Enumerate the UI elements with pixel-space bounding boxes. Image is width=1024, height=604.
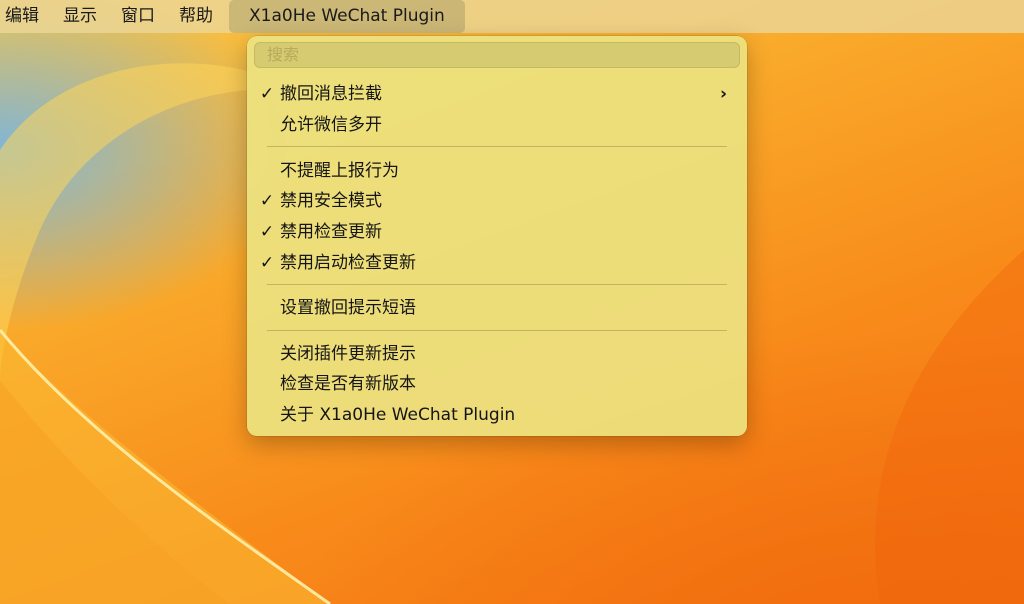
menu-bar: 编辑 显示 窗口 帮助 X1a0He WeChat Plugin (0, 0, 1024, 33)
menu-item-disable-update-check[interactable]: ✓ 禁用检查更新 (247, 217, 747, 247)
menu-item-label: 检查是否有新版本 (280, 374, 416, 394)
chevron-right-icon: › (719, 84, 727, 104)
menu-item-label: 禁用安全模式 (280, 191, 382, 211)
menu-separator (267, 330, 727, 331)
menu-item-set-recall-phrase[interactable]: 设置撤回提示短语 (247, 293, 747, 323)
menu-item-label: 禁用检查更新 (280, 222, 382, 242)
menu-item-about[interactable]: 关于 X1a0He WeChat Plugin (247, 400, 747, 430)
menu-separator (267, 284, 727, 285)
menu-item-label: 关闭插件更新提示 (280, 344, 416, 364)
menu-separator (267, 146, 727, 147)
menubar-item-window[interactable]: 窗口 (109, 0, 167, 33)
menu-item-label: 设置撤回提示短语 (280, 298, 416, 318)
plugin-dropdown-menu: 搜索 ✓ 撤回消息拦截 › 允许微信多开 不提醒上报行为 ✓ 禁用安全模式 ✓ … (247, 36, 747, 436)
menu-item-label: 关于 X1a0He WeChat Plugin (280, 405, 516, 425)
menubar-item-view[interactable]: 显示 (51, 0, 109, 33)
menu-item-disable-safe-mode[interactable]: ✓ 禁用安全模式 (247, 186, 747, 216)
menu-search-field[interactable]: 搜索 (254, 42, 740, 68)
menu-item-check-new-version[interactable]: 检查是否有新版本 (247, 369, 747, 399)
checkmark-icon: ✓ (259, 191, 275, 211)
menu-item-recall-intercept[interactable]: ✓ 撤回消息拦截 › (247, 79, 747, 109)
checkmark-icon: ✓ (259, 84, 275, 104)
menu-item-label: 撤回消息拦截 (280, 84, 382, 104)
menubar-item-help[interactable]: 帮助 (167, 0, 225, 33)
menu-item-close-update-prompt[interactable]: 关闭插件更新提示 (247, 339, 747, 369)
menu-item-label: 不提醒上报行为 (280, 161, 399, 181)
checkmark-icon: ✓ (259, 222, 275, 242)
menu-item-label: 允许微信多开 (280, 115, 382, 135)
menubar-item-plugin[interactable]: X1a0He WeChat Plugin (229, 0, 465, 33)
menu-item-disable-startup-update-check[interactable]: ✓ 禁用启动检查更新 (247, 248, 747, 278)
menubar-item-edit[interactable]: 编辑 (0, 0, 51, 33)
checkmark-icon: ✓ (259, 253, 275, 273)
menu-item-multi-open[interactable]: 允许微信多开 (247, 110, 747, 140)
menu-item-label: 禁用启动检查更新 (280, 253, 416, 273)
menu-item-no-report[interactable]: 不提醒上报行为 (247, 156, 747, 186)
